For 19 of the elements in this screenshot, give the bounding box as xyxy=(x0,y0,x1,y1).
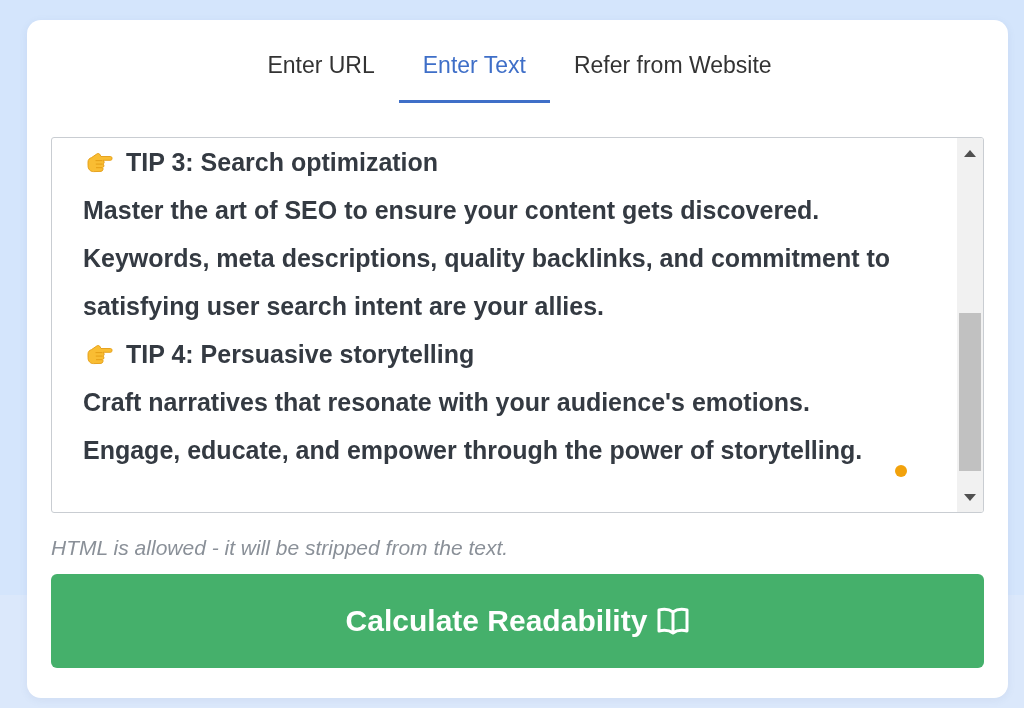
paragraph-text: Master the art of SEO to ensure your content gets discovered. xyxy=(83,195,820,226)
paragraph-text: Craft narratives that resonate with your audience's emotions. xyxy=(83,387,810,418)
tab[interactable]: Enter URL xyxy=(243,32,399,103)
tab[interactable]: Refer from Website xyxy=(549,32,796,103)
tip-heading: TIP 3: Search optimization xyxy=(126,147,439,178)
up-arrow-icon[interactable] xyxy=(964,149,976,157)
paragraph-text: Engage, educate, and empower through the power of storytelling. xyxy=(83,435,863,466)
tab[interactable]: Enter Text xyxy=(398,32,550,103)
text-input-field[interactable] xyxy=(51,137,984,513)
book-icon xyxy=(657,606,690,636)
pointing-hand-icon xyxy=(87,151,113,173)
paragraph-text: Keywords, meta descriptions, quality backlinks, and commitment to satisfying user search intent are your allies. xyxy=(83,243,892,322)
pointing-hand-icon xyxy=(87,343,113,365)
down-arrow-icon[interactable] xyxy=(964,493,976,501)
status-dot-icon xyxy=(895,465,907,477)
tip-heading: TIP 4: Persuasive storytelling xyxy=(126,339,475,370)
hint-text: HTML is allowed - it will be stripped from the text. xyxy=(51,535,509,561)
scrollbar[interactable] xyxy=(957,138,983,512)
scrollbar-thumb[interactable] xyxy=(959,313,981,471)
